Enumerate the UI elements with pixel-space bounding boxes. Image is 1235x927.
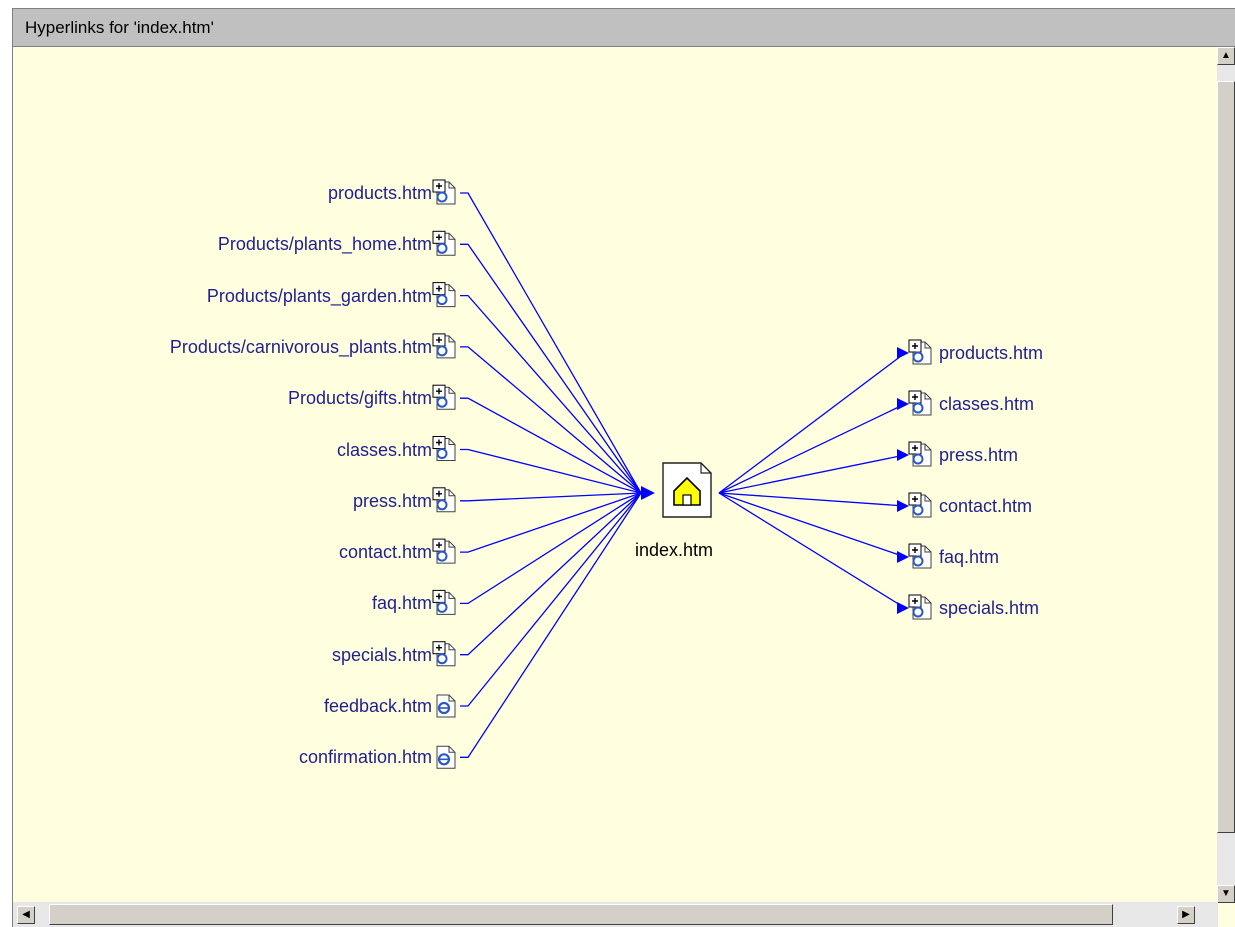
ie-page-icon[interactable] — [436, 745, 456, 769]
outgoing-link-line — [718, 492, 906, 609]
scroll-right-arrow-icon[interactable]: ▶ — [1177, 906, 1195, 924]
incoming-link-label[interactable]: press.htm — [353, 490, 432, 512]
incoming-link-line — [460, 192, 642, 494]
page-expand-icon[interactable] — [908, 543, 932, 569]
title-bar: Hyperlinks for 'index.htm' — [13, 9, 1235, 47]
incoming-link-line — [460, 492, 642, 758]
outgoing-arrow-icon — [897, 500, 909, 512]
incoming-link-label[interactable]: classes.htm — [337, 439, 432, 461]
window-title: Hyperlinks for 'index.htm' — [25, 18, 214, 37]
incoming-link-label[interactable]: Products/gifts.htm — [288, 387, 432, 409]
incoming-link-label[interactable]: specials.htm — [332, 644, 432, 666]
page-expand-icon[interactable] — [432, 436, 456, 461]
vertical-scrollbar[interactable]: ▲ ▼ — [1217, 47, 1235, 903]
outgoing-arrow-icon — [897, 398, 909, 410]
outgoing-link-line — [718, 492, 906, 507]
center-page-label[interactable]: index.htm — [635, 539, 713, 561]
incoming-link-label[interactable]: Products/carnivorous_plants.htm — [170, 336, 432, 358]
vertical-scroll-thumb[interactable] — [1217, 81, 1235, 833]
outgoing-link-line — [718, 403, 906, 494]
incoming-link-label[interactable]: contact.htm — [339, 541, 432, 563]
outgoing-link-line — [718, 492, 906, 558]
incoming-link-line — [460, 492, 642, 707]
incoming-link-line — [460, 492, 642, 502]
page-expand-icon[interactable] — [908, 441, 932, 467]
incoming-link-label[interactable]: Products/plants_garden.htm — [207, 285, 432, 307]
scroll-up-arrow-icon[interactable]: ▲ — [1217, 47, 1235, 65]
outgoing-arrow-icon — [897, 551, 909, 563]
outgoing-link-label[interactable]: press.htm — [939, 444, 1018, 466]
page-expand-icon[interactable] — [908, 390, 932, 416]
page-expand-icon[interactable] — [908, 492, 932, 518]
incoming-link-label[interactable]: confirmation.htm — [299, 746, 432, 768]
outgoing-link-line — [718, 454, 906, 494]
incoming-link-label[interactable]: products.htm — [328, 182, 432, 204]
outgoing-link-label[interactable]: products.htm — [939, 342, 1043, 364]
outgoing-link-label[interactable]: specials.htm — [939, 597, 1039, 619]
outgoing-link-label[interactable]: faq.htm — [939, 546, 999, 568]
incoming-link-label[interactable]: faq.htm — [372, 592, 432, 614]
home-page-icon[interactable] — [662, 462, 712, 518]
page-expand-icon[interactable] — [432, 230, 456, 256]
incoming-link-line — [460, 243, 642, 494]
page-expand-icon[interactable] — [432, 589, 456, 615]
page-expand-icon[interactable] — [432, 384, 456, 410]
page-expand-icon[interactable] — [432, 333, 456, 359]
outgoing-arrow-icon — [897, 347, 909, 359]
outgoing-arrow-icon — [897, 449, 909, 461]
outgoing-link-line — [718, 352, 906, 494]
incoming-link-label[interactable]: feedback.htm — [324, 695, 432, 717]
page-expand-icon[interactable] — [432, 641, 456, 667]
horizontal-scrollbar[interactable]: ◀ ▶ — [13, 902, 1218, 927]
page-expand-icon[interactable] — [432, 179, 456, 205]
incoming-link-line — [460, 492, 642, 605]
incoming-link-line — [460, 294, 642, 494]
outgoing-link-label[interactable]: classes.htm — [939, 393, 1034, 415]
page-expand-icon[interactable] — [908, 594, 932, 620]
page-expand-icon[interactable] — [432, 538, 456, 564]
page-expand-icon[interactable] — [432, 282, 456, 308]
incoming-arrow-icon — [641, 486, 655, 500]
hyperlinks-window: Hyperlinks for 'index.htm' products.htm P… — [12, 8, 1235, 927]
horizontal-scroll-thumb[interactable] — [49, 904, 1113, 925]
scroll-down-arrow-icon[interactable]: ▼ — [1217, 885, 1235, 903]
incoming-link-line — [460, 448, 642, 494]
link-lines — [432, 179, 932, 769]
ie-page-icon[interactable] — [436, 694, 456, 718]
outgoing-arrow-icon — [897, 602, 909, 614]
incoming-link-label[interactable]: Products/plants_home.htm — [218, 233, 432, 255]
page-expand-icon[interactable] — [908, 339, 932, 365]
scroll-left-arrow-icon[interactable]: ◀ — [17, 906, 35, 924]
page-expand-icon[interactable] — [432, 487, 456, 513]
incoming-link-line — [460, 346, 642, 494]
hyperlink-diagram: products.htm Products/plants_home.htm Prod… — [13, 47, 1218, 903]
outgoing-link-label[interactable]: contact.htm — [939, 495, 1032, 517]
incoming-link-line — [460, 492, 642, 553]
